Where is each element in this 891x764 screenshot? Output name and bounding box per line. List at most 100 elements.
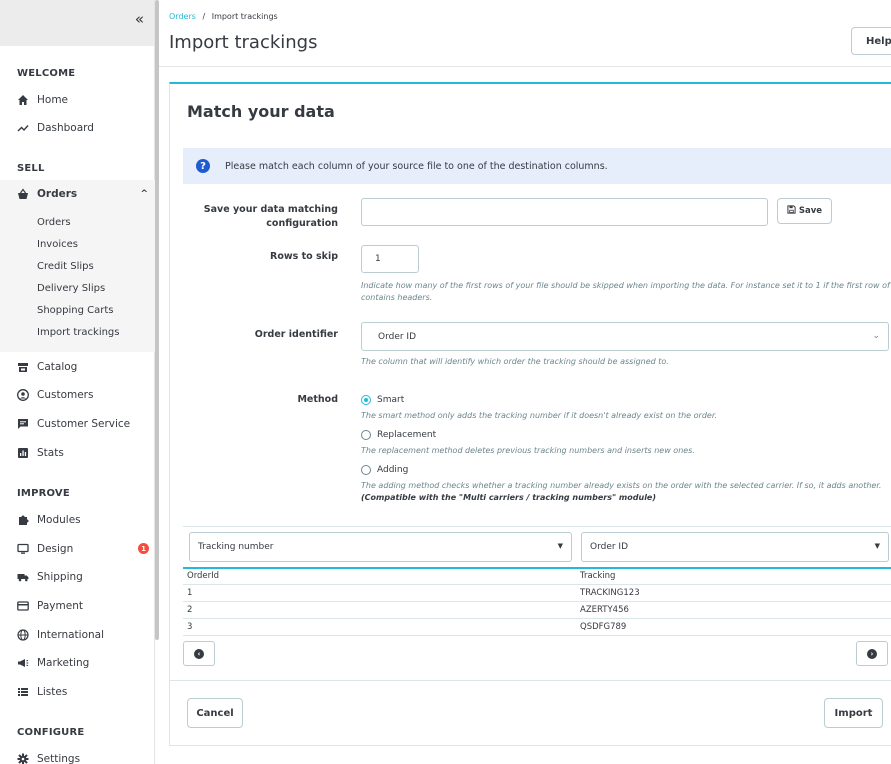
section-sell: SELL: [17, 163, 45, 174]
caret-down-icon: ▼: [557, 542, 563, 550]
method-replacement-radio[interactable]: Replacement: [361, 430, 436, 440]
question-icon: ?: [196, 159, 210, 173]
save-config-input[interactable]: [361, 198, 768, 226]
sidebar-item-label: Settings: [37, 753, 81, 764]
sidebar-item-dashboard[interactable]: Dashboard: [17, 118, 154, 138]
chat-icon: [17, 418, 29, 430]
table-cell: 3: [187, 622, 193, 632]
method-adding-radio[interactable]: Adding: [361, 465, 408, 475]
section-configure: CONFIGURE: [17, 727, 85, 738]
section-improve: IMPROVE: [17, 488, 70, 499]
row-divider: [183, 635, 891, 636]
next-column-button[interactable]: ›: [856, 641, 888, 666]
sidebar-item-label: Home: [37, 94, 69, 106]
sidebar-item-international[interactable]: International: [17, 625, 154, 645]
sidebar-scrollbar[interactable]: [155, 0, 159, 640]
collapse-sidebar-icon[interactable]: «: [135, 10, 144, 28]
sidebar: « WELCOME Home Dashboard SELL Orders ^ O…: [0, 0, 155, 764]
column-2-select[interactable]: Order ID ▼: [581, 532, 889, 562]
order-identifier-select[interactable]: Order ID ⌄: [361, 322, 889, 351]
sidebar-item-shipping[interactable]: Shipping: [17, 567, 154, 587]
sidebar-sub-orders[interactable]: Orders: [37, 217, 71, 228]
sidebar-item-label: Customers: [37, 389, 94, 401]
chevron-left-circle-icon: ‹: [194, 648, 204, 659]
sidebar-item-customer-service[interactable]: Customer Service: [17, 414, 154, 434]
breadcrumb-separator: /: [202, 12, 206, 21]
sidebar-item-settings[interactable]: Settings: [17, 749, 154, 764]
save-config-label: Save your data matching configuration: [204, 203, 338, 231]
radio-selected-icon: [361, 395, 371, 405]
sidebar-item-catalog[interactable]: Catalog: [17, 357, 154, 377]
store-icon: [17, 361, 29, 373]
sidebar-item-label: International: [37, 629, 105, 641]
row-divider: [183, 618, 891, 619]
column-1-select-value: Tracking number: [198, 542, 274, 552]
card-title: Match your data: [187, 102, 335, 121]
method-smart-help: The smart method only adds the tracking …: [361, 411, 717, 420]
sidebar-item-stats[interactable]: Stats: [17, 443, 154, 463]
radio-unselected-icon: [361, 430, 371, 440]
column-1-select[interactable]: Tracking number ▼: [189, 532, 572, 562]
method-adding-help-line2: (Compatible with the "Multi carriers / t…: [361, 493, 657, 502]
section-welcome: WELCOME: [17, 68, 76, 79]
notification-badge: 1: [138, 543, 149, 554]
stats-chart-icon: [17, 447, 29, 459]
sidebar-item-label: Stats: [37, 447, 64, 459]
help-button[interactable]: Help: [851, 27, 891, 55]
table-header-cell: OrderId: [187, 571, 220, 581]
info-text: Please match each column of your source …: [225, 160, 608, 172]
sidebar-item-label: Marketing: [37, 657, 90, 669]
sidebar-item-label: Dashboard: [37, 122, 94, 134]
rows-skip-input[interactable]: 1: [361, 245, 419, 273]
puzzle-icon: [17, 514, 29, 526]
method-smart-radio[interactable]: Smart: [361, 395, 404, 405]
chevron-up-icon: ^: [140, 189, 148, 199]
rows-skip-help: Indicate how many of the first rows of y…: [361, 280, 891, 304]
page-title: Import trackings: [169, 32, 318, 53]
save-button[interactable]: Save: [777, 198, 832, 224]
sidebar-sub-delivery-slips[interactable]: Delivery Slips: [37, 283, 105, 294]
sidebar-item-home[interactable]: Home: [17, 90, 154, 110]
method-adding-label: Adding: [377, 465, 409, 475]
import-button[interactable]: Import: [824, 698, 883, 728]
sidebar-item-modules[interactable]: Modules: [17, 510, 154, 530]
list-icon: [17, 686, 29, 698]
info-alert: ? Please match each column of your sourc…: [183, 148, 891, 184]
table-header-divider: [183, 567, 891, 569]
sidebar-sub-invoices[interactable]: Invoices: [37, 239, 78, 250]
sidebar-item-label: Modules: [37, 514, 81, 526]
breadcrumb-orders-link[interactable]: Orders: [169, 12, 196, 21]
sidebar-item-label: Payment: [37, 600, 83, 612]
gear-icon: [17, 753, 29, 764]
cancel-button[interactable]: Cancel: [187, 698, 243, 728]
sidebar-sub-import-trackings[interactable]: Import trackings: [37, 327, 120, 338]
truck-icon: [17, 571, 29, 583]
sidebar-item-orders[interactable]: Orders ^: [17, 184, 154, 204]
order-identifier-value: Order ID: [378, 331, 417, 342]
table-cell: TRACKING123: [580, 588, 640, 598]
app-root: « WELCOME Home Dashboard SELL Orders ^ O…: [0, 0, 891, 764]
sidebar-item-label: Catalog: [37, 361, 78, 373]
previous-column-button[interactable]: ‹: [183, 641, 215, 666]
column-2-select-value: Order ID: [590, 542, 629, 552]
row-divider: [183, 601, 891, 602]
chevron-down-icon: ⌄: [872, 331, 880, 341]
sidebar-item-marketing[interactable]: Marketing: [17, 653, 154, 673]
sidebar-sub-credit-slips[interactable]: Credit Slips: [37, 261, 94, 272]
sidebar-item-label: Orders: [37, 188, 78, 200]
sidebar-sub-shopping-carts[interactable]: Shopping Carts: [37, 305, 114, 316]
header-divider: [159, 66, 891, 67]
sidebar-item-customers[interactable]: Customers: [17, 385, 154, 405]
sidebar-item-label: Shipping: [37, 571, 83, 583]
method-replacement-help: The replacement method deletes previous …: [361, 446, 695, 455]
save-config-label-line2: configuration: [266, 218, 338, 229]
sidebar-item-design[interactable]: Design 1: [17, 539, 154, 559]
order-identifier-label: Order identifier: [254, 329, 338, 340]
breadcrumb-current: Import trackings: [211, 12, 278, 21]
table-cell: AZERTY456: [580, 605, 629, 615]
table-header-cell: Tracking: [580, 571, 616, 581]
table-cell: 1: [187, 588, 193, 598]
method-smart-label: Smart: [377, 395, 405, 405]
sidebar-item-payment[interactable]: Payment: [17, 596, 154, 616]
sidebar-item-listes[interactable]: Listes: [17, 682, 154, 702]
